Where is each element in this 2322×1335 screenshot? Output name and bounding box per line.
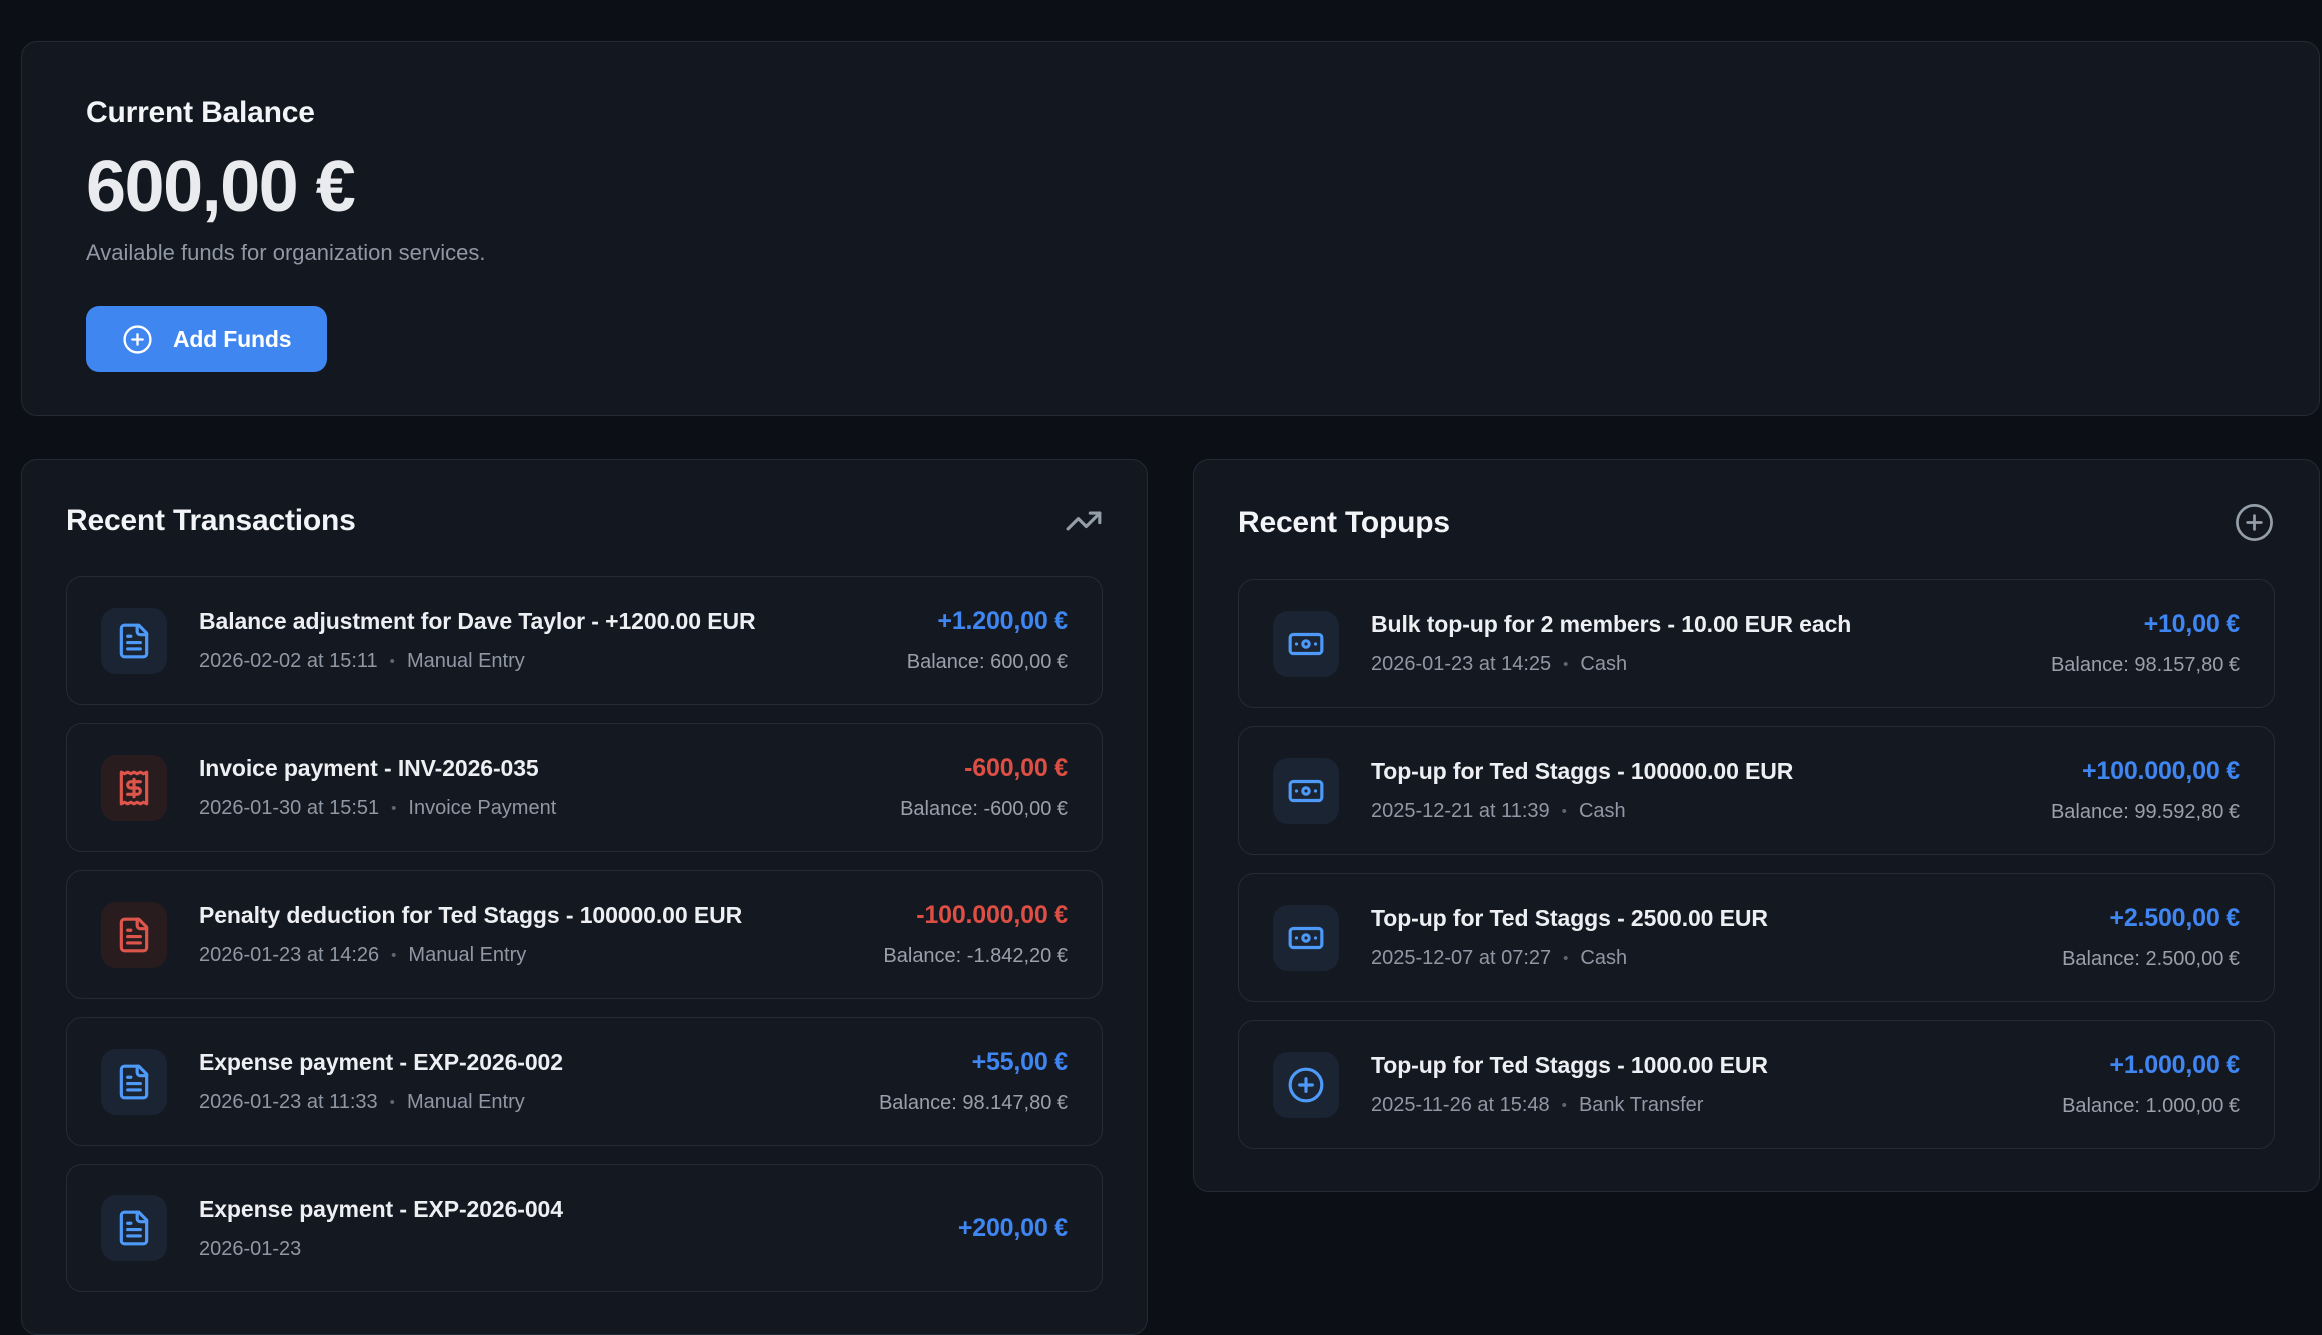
- item-meta: 2025-12-21 at 11:39 • Cash: [1371, 800, 2019, 823]
- transactions-list: Balance adjustment for Dave Taylor - +12…: [66, 576, 1103, 1292]
- recent-transactions-panel: Recent Transactions Balance adjustment f…: [21, 459, 1148, 1335]
- item-title: Expense payment - EXP-2026-004: [199, 1196, 926, 1223]
- plus-circle-icon[interactable]: [2234, 502, 2275, 543]
- current-balance-card: Current Balance 600,00 € Available funds…: [21, 41, 2320, 416]
- item-date: 2026-01-23: [199, 1238, 301, 1261]
- dot-separator-icon: •: [391, 947, 396, 964]
- dot-separator-icon: •: [390, 653, 395, 670]
- item-date: 2025-12-07 at 07:27: [1371, 947, 1551, 970]
- balance-card-title: Current Balance: [86, 96, 2255, 130]
- item-meta: 2026-01-23 at 14:25 • Cash: [1371, 653, 2019, 676]
- dot-separator-icon: •: [1563, 656, 1568, 673]
- item-type: Bank Transfer: [1579, 1094, 1704, 1117]
- banknote-icon: [1273, 611, 1339, 677]
- item-amount: +2.500,00 €: [2062, 904, 2240, 933]
- trending-up-icon: [1065, 502, 1103, 540]
- item-meta: 2026-01-23 •: [199, 1238, 926, 1261]
- item-date: 2026-01-23 at 14:25: [1371, 653, 1551, 676]
- item-type: Manual Entry: [407, 1091, 525, 1114]
- file-text-icon: [101, 902, 167, 968]
- item-amount: +100.000,00 €: [2051, 757, 2240, 786]
- item-title: Balance adjustment for Dave Taylor - +12…: [199, 608, 875, 635]
- dot-separator-icon: •: [390, 1094, 395, 1111]
- dot-separator-icon: •: [1562, 1097, 1567, 1114]
- item-meta: 2026-02-02 at 15:11 • Manual Entry: [199, 650, 875, 673]
- item-meta: 2025-12-07 at 07:27 • Cash: [1371, 947, 2030, 970]
- list-item: Expense payment - EXP-2026-002 2026-01-2…: [66, 1017, 1103, 1146]
- item-balance: Balance: 600,00 €: [907, 651, 1068, 674]
- item-amount: +1.000,00 €: [2062, 1051, 2240, 1080]
- list-item: Expense payment - EXP-2026-004 2026-01-2…: [66, 1164, 1103, 1292]
- item-type: Cash: [1580, 947, 1627, 970]
- item-meta: 2026-01-23 at 11:33 • Manual Entry: [199, 1091, 847, 1114]
- topups-panel-header: Recent Topups: [1238, 502, 2275, 543]
- item-meta: 2026-01-30 at 15:51 • Invoice Payment: [199, 797, 868, 820]
- item-type: Invoice Payment: [408, 797, 556, 820]
- item-date: 2025-12-21 at 11:39: [1371, 800, 1550, 823]
- list-item: Invoice payment - INV-2026-035 2026-01-3…: [66, 723, 1103, 852]
- item-amount: +10,00 €: [2051, 610, 2240, 639]
- item-title: Top-up for Ted Staggs - 1000.00 EUR: [1371, 1052, 2030, 1079]
- banknote-icon: [1273, 758, 1339, 824]
- dot-separator-icon: •: [391, 800, 396, 817]
- topups-list: Bulk top-up for 2 members - 10.00 EUR ea…: [1238, 579, 2275, 1149]
- item-title: Penalty deduction for Ted Staggs - 10000…: [199, 902, 851, 929]
- topups-panel-title: Recent Topups: [1238, 506, 1450, 540]
- item-amount: -100.000,00 €: [883, 901, 1068, 930]
- item-balance: Balance: 99.592,80 €: [2051, 801, 2240, 824]
- dot-separator-icon: •: [1563, 950, 1568, 967]
- item-balance: Balance: -1.842,20 €: [883, 945, 1068, 968]
- item-type: Manual Entry: [407, 650, 525, 673]
- banknote-icon: [1273, 905, 1339, 971]
- item-balance: Balance: 98.147,80 €: [879, 1092, 1068, 1115]
- item-date: 2026-01-23 at 14:26: [199, 944, 379, 967]
- plus-circle-icon: [1273, 1052, 1339, 1118]
- plus-circle-icon: [122, 324, 153, 355]
- list-item: Top-up for Ted Staggs - 2500.00 EUR 2025…: [1238, 873, 2275, 1002]
- item-date: 2025-11-26 at 15:48: [1371, 1094, 1550, 1117]
- list-item: Penalty deduction for Ted Staggs - 10000…: [66, 870, 1103, 999]
- current-balance-amount: 600,00 €: [86, 146, 2255, 228]
- receipt-icon: [101, 755, 167, 821]
- list-item: Balance adjustment for Dave Taylor - +12…: [66, 576, 1103, 705]
- dashboard-page: Current Balance 600,00 € Available funds…: [0, 0, 2322, 1335]
- item-title: Bulk top-up for 2 members - 10.00 EUR ea…: [1371, 611, 2019, 638]
- item-amount: +55,00 €: [879, 1048, 1068, 1077]
- file-text-icon: [101, 608, 167, 674]
- item-date: 2026-01-30 at 15:51: [199, 797, 379, 820]
- item-type: Manual Entry: [408, 944, 526, 967]
- item-amount: +200,00 €: [958, 1214, 1068, 1243]
- dot-separator-icon: •: [1562, 803, 1567, 820]
- transactions-panel-header: Recent Transactions: [66, 502, 1103, 540]
- item-meta: 2026-01-23 at 14:26 • Manual Entry: [199, 944, 851, 967]
- file-text-icon: [101, 1195, 167, 1261]
- transactions-panel-title: Recent Transactions: [66, 504, 356, 538]
- item-date: 2026-02-02 at 15:11: [199, 650, 378, 673]
- panels-row: Recent Transactions Balance adjustment f…: [21, 459, 2320, 1335]
- item-title: Invoice payment - INV-2026-035: [199, 755, 868, 782]
- item-date: 2026-01-23 at 11:33: [199, 1091, 378, 1114]
- list-item: Bulk top-up for 2 members - 10.00 EUR ea…: [1238, 579, 2275, 708]
- item-balance: Balance: 98.157,80 €: [2051, 654, 2240, 677]
- item-meta: 2025-11-26 at 15:48 • Bank Transfer: [1371, 1094, 2030, 1117]
- item-amount: +1.200,00 €: [907, 607, 1068, 636]
- item-balance: Balance: -600,00 €: [900, 798, 1068, 821]
- item-title: Top-up for Ted Staggs - 2500.00 EUR: [1371, 905, 2030, 932]
- item-balance: Balance: 1.000,00 €: [2062, 1095, 2240, 1118]
- list-item: Top-up for Ted Staggs - 1000.00 EUR 2025…: [1238, 1020, 2275, 1149]
- item-balance: Balance: 2.500,00 €: [2062, 948, 2240, 971]
- add-funds-button[interactable]: Add Funds: [86, 306, 327, 372]
- item-title: Top-up for Ted Staggs - 100000.00 EUR: [1371, 758, 2019, 785]
- item-amount: -600,00 €: [900, 754, 1068, 783]
- item-type: Cash: [1580, 653, 1627, 676]
- list-item: Top-up for Ted Staggs - 100000.00 EUR 20…: [1238, 726, 2275, 855]
- item-type: Cash: [1579, 800, 1626, 823]
- balance-card-subtitle: Available funds for organization service…: [86, 240, 2255, 266]
- add-funds-label: Add Funds: [173, 326, 291, 353]
- recent-topups-panel: Recent Topups Bulk top-up for 2 members …: [1193, 459, 2320, 1192]
- file-text-icon: [101, 1049, 167, 1115]
- item-title: Expense payment - EXP-2026-002: [199, 1049, 847, 1076]
